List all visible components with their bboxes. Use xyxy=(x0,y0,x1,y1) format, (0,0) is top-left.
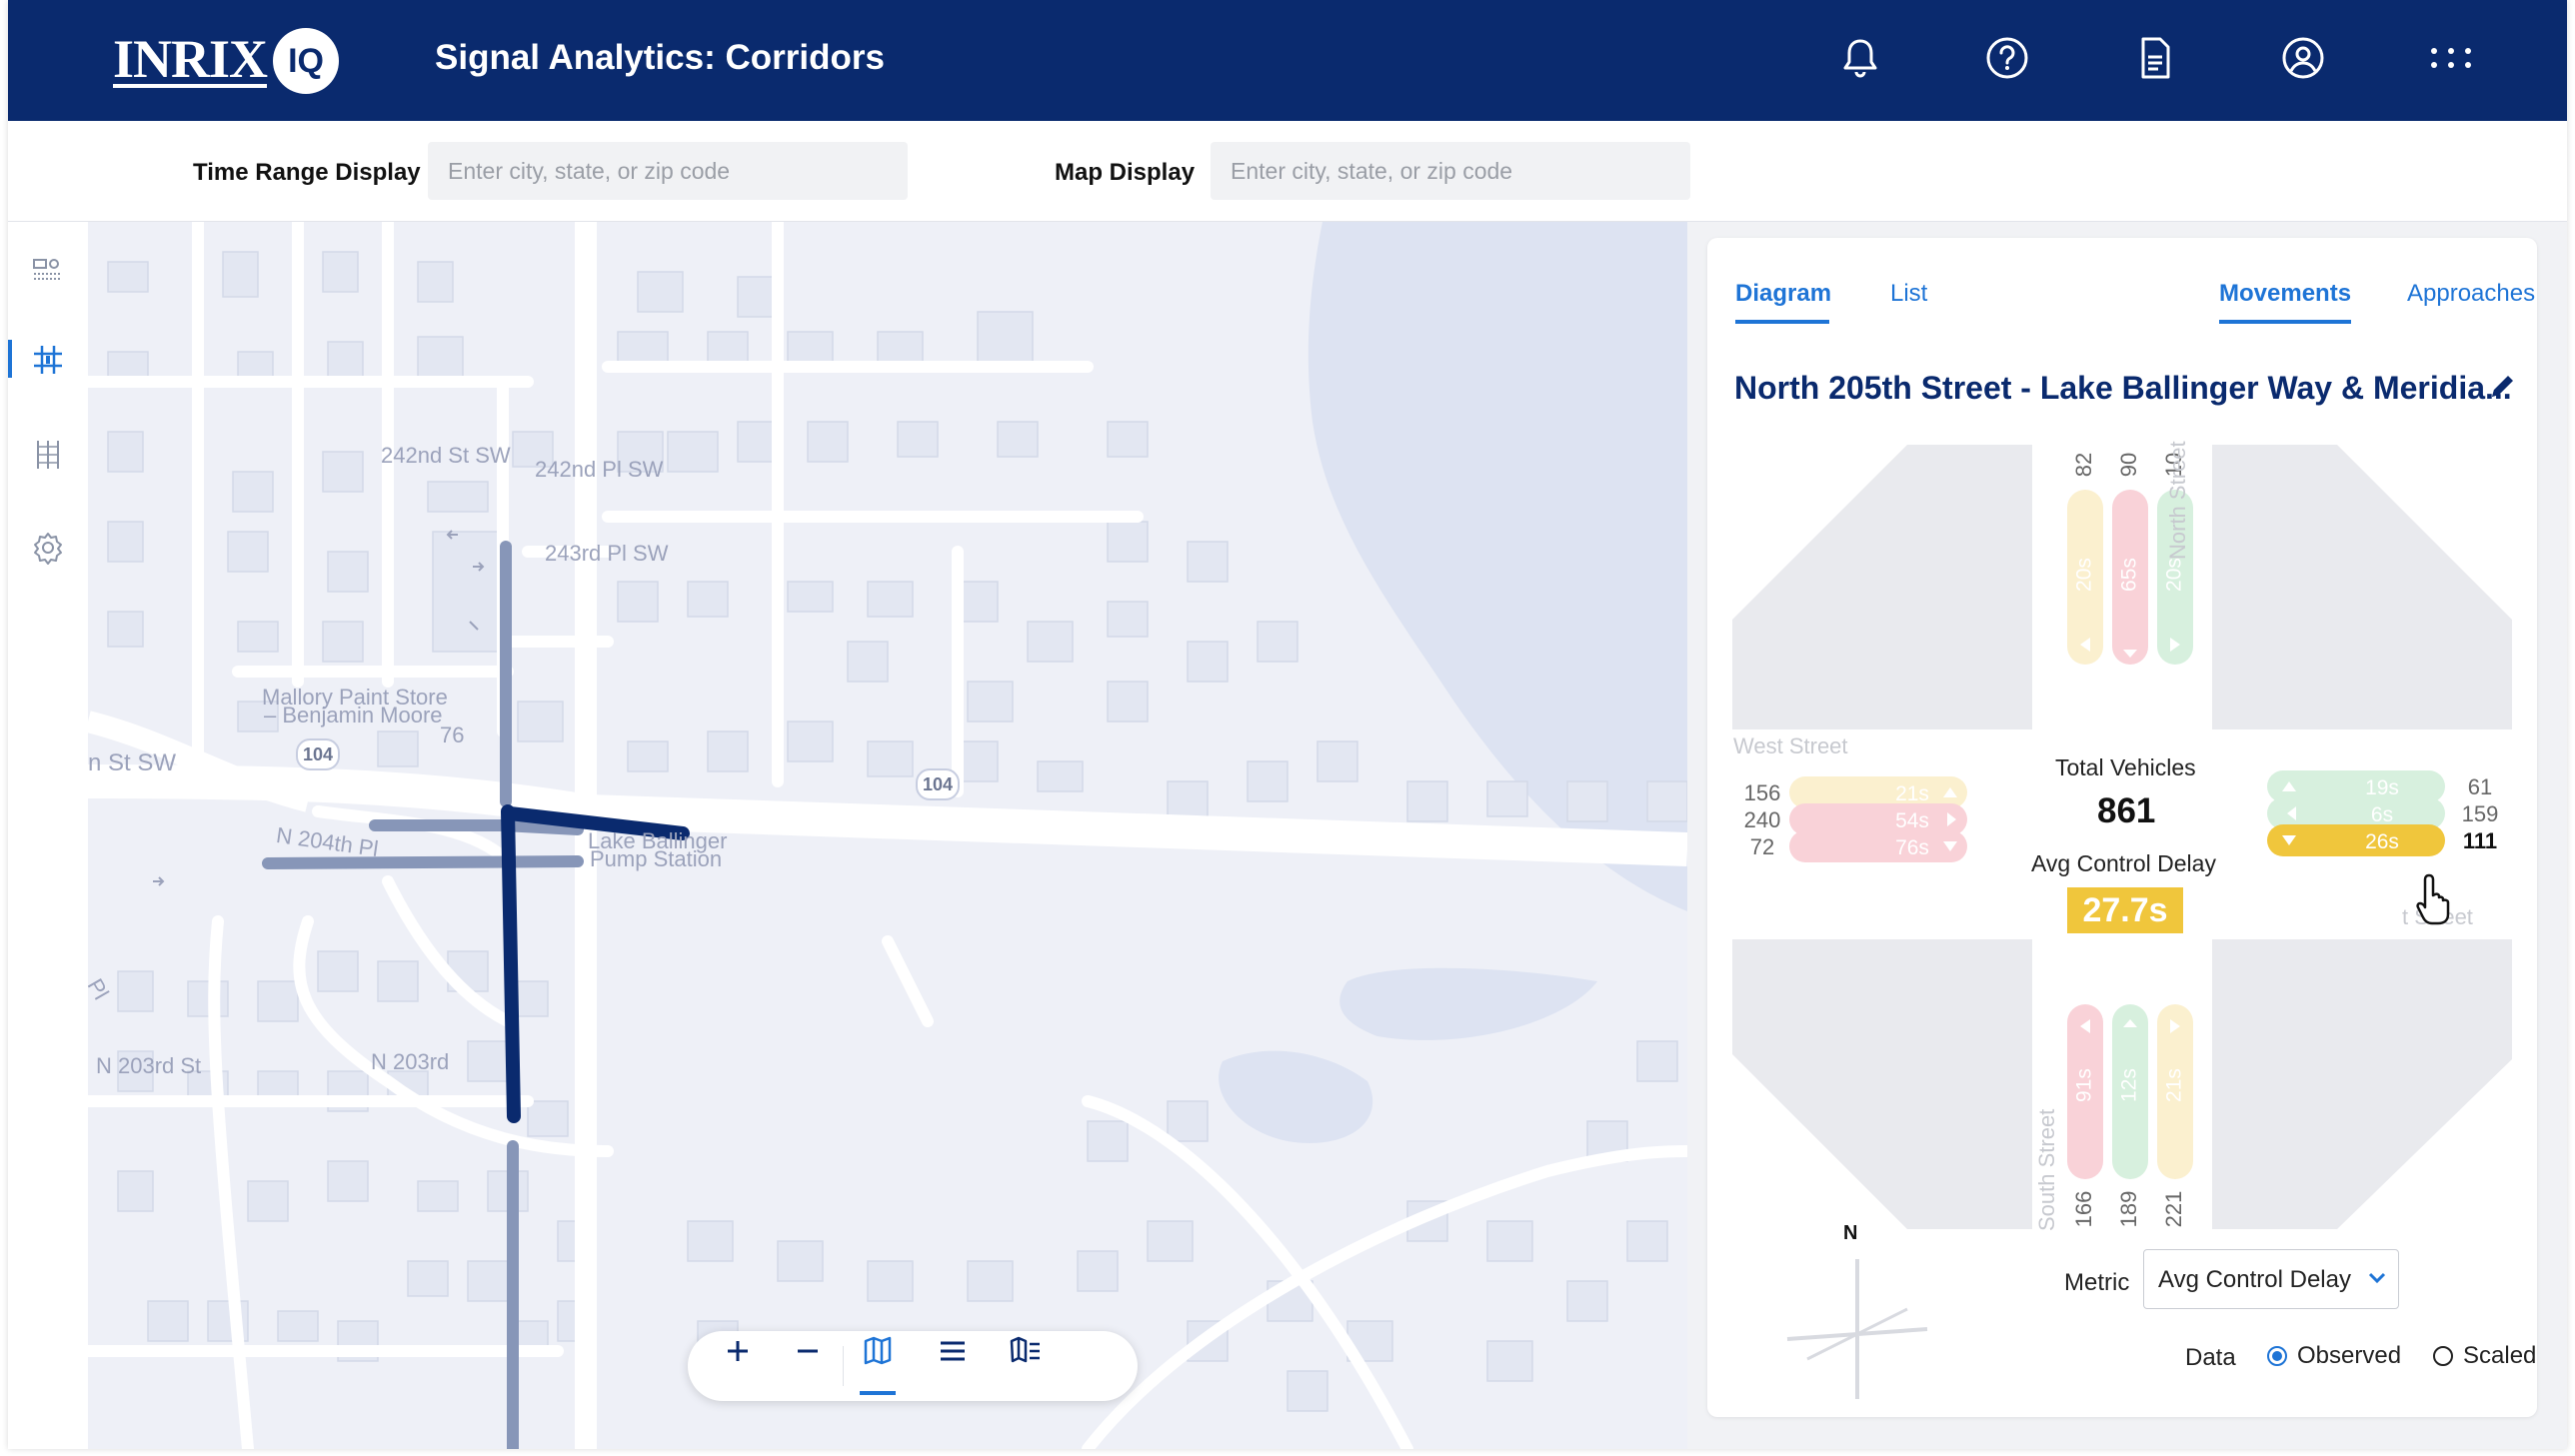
scaled-radio[interactable] xyxy=(2433,1346,2453,1366)
street-label-west: n St SW xyxy=(88,749,177,776)
map-view[interactable]: 242nd St SW 242nd Pl SW 243rd Pl SW n St… xyxy=(88,222,1687,1449)
filter-bar: Time Range Display Enter city, state, or… xyxy=(8,121,2567,222)
north-lane-delay-0: 20s xyxy=(2073,558,2096,592)
west-lane-count-1: 240 xyxy=(1744,807,1781,832)
poi-pump-station-line2: Pump Station xyxy=(590,846,723,871)
south-lane-delay-2: 21s xyxy=(2163,1068,2186,1102)
east-lane-delay-2: 26s xyxy=(2365,830,2399,853)
logo-badge: IQ xyxy=(273,28,340,94)
map-display-label: Map Display xyxy=(1055,159,1196,186)
top-header: INRIX IQ Signal Analytics: Corridors xyxy=(8,0,2567,121)
compass-north-label: N xyxy=(1843,1222,1858,1244)
south-lane-delay-1: 12s xyxy=(2118,1068,2141,1102)
signal-list-icon[interactable] xyxy=(30,252,66,288)
east-lane-delay-1: 6s xyxy=(2371,803,2393,826)
total-vehicles-value: 861 xyxy=(2097,791,2156,830)
corner-block-ne xyxy=(2212,445,2512,729)
street-label-n203rd-b: N 203rd xyxy=(371,1049,450,1074)
help-icon[interactable] xyxy=(1982,33,2032,83)
metric-label: Metric xyxy=(2064,1269,2130,1296)
west-lane-delay-2: 76s xyxy=(1895,836,1929,859)
map-legend-icon[interactable] xyxy=(1006,1331,1046,1371)
west-lane-pill-2[interactable] xyxy=(1789,830,1967,862)
tab-list[interactable]: List xyxy=(1890,280,1927,308)
hand-cursor-icon xyxy=(2416,873,2450,925)
corner-block-nw xyxy=(1732,445,2032,729)
south-lane-count-2: 221 xyxy=(2161,1191,2186,1228)
south-lane-count-1: 189 xyxy=(2116,1191,2141,1228)
street-label-n203rd: N 203rd St xyxy=(96,1053,202,1078)
list-icon[interactable] xyxy=(933,1331,973,1371)
west-lane-count-0: 156 xyxy=(1744,780,1781,805)
scaled-label: Scaled xyxy=(2463,1342,2537,1369)
south-lane-count-0: 166 xyxy=(2071,1191,2096,1228)
apps-grid-icon[interactable] xyxy=(2426,33,2476,83)
tab-diagram-underline xyxy=(1735,320,1829,324)
inrix-logo[interactable]: INRIX IQ xyxy=(113,28,340,94)
observed-label: Observed xyxy=(2297,1342,2402,1369)
toolbar-divider xyxy=(843,1346,844,1386)
zoom-in-icon[interactable] xyxy=(718,1331,758,1371)
time-range-label: Time Range Display xyxy=(193,159,421,186)
metric-select-value: Avg Control Delay xyxy=(2158,1266,2351,1293)
north-lane-delay-1: 65s xyxy=(2118,558,2141,592)
app-window: INRIX IQ Signal Analytics: Corridors Tim… xyxy=(8,0,2567,1449)
street-label-north-street: North Street xyxy=(2165,441,2190,560)
route-shield-104-right: 104 xyxy=(916,768,960,800)
west-lane-delay-0: 21s xyxy=(1895,782,1929,805)
compass-icon xyxy=(1786,1259,1928,1399)
south-lane-delay-0: 91s xyxy=(2073,1068,2096,1102)
intersection-diagram: 20s8265s9020s1091s16612s18921s22121s1565… xyxy=(1732,445,2512,1229)
street-label-242nd-pl: 242nd Pl SW xyxy=(535,457,664,482)
intersection-title: North 205th Street - Lake Ballinger Way … xyxy=(1734,370,2512,406)
document-icon[interactable] xyxy=(2130,33,2180,83)
poi-paint-store-line2: – Benjamin Moore xyxy=(264,703,443,728)
timeline-icon[interactable] xyxy=(30,437,66,473)
poi-number-76: 76 xyxy=(440,723,465,747)
map-icon[interactable] xyxy=(858,1331,898,1371)
tab-movements-underline xyxy=(2219,320,2351,324)
total-vehicles-label: Total Vehicles xyxy=(2055,754,2196,780)
north-lane-delay-2: 20s xyxy=(2163,558,2186,592)
tab-movements[interactable]: Movements xyxy=(2219,280,2351,308)
street-label-west-street: West Street xyxy=(1733,733,1848,758)
app-title: Signal Analytics: Corridors xyxy=(435,38,885,77)
data-label: Data xyxy=(2185,1344,2236,1371)
tab-diagram[interactable]: Diagram xyxy=(1735,280,1831,308)
settings-icon[interactable] xyxy=(30,530,66,566)
street-label-243rd-pl: 243rd Pl SW xyxy=(545,541,669,566)
corridor-icon[interactable] xyxy=(30,342,66,378)
north-lane-count-1: 90 xyxy=(2116,453,2141,477)
zoom-out-icon[interactable] xyxy=(788,1331,828,1371)
map-toolbar xyxy=(688,1331,1138,1401)
time-range-input[interactable]: Enter city, state, or zip code xyxy=(428,142,908,200)
route-shield-104-left: 104 xyxy=(296,738,340,770)
east-lane-count-2: 111 xyxy=(2463,828,2497,853)
corner-block-sw xyxy=(1732,939,2032,1229)
avg-delay-badge: 27.7s xyxy=(2067,887,2183,933)
east-lane-pill-2[interactable] xyxy=(2267,824,2445,856)
edit-pencil-icon[interactable] xyxy=(2487,372,2517,402)
east-lane-count-1: 159 xyxy=(2462,801,2499,826)
east-lane-count-0: 61 xyxy=(2468,774,2492,799)
street-label-south-street: South Street xyxy=(2034,1108,2059,1231)
map-display-input[interactable]: Enter city, state, or zip code xyxy=(1211,142,1690,200)
metric-select[interactable]: Avg Control Delay xyxy=(2143,1249,2399,1309)
tab-approaches[interactable]: Approaches xyxy=(2407,280,2535,308)
rail-active-indicator xyxy=(8,340,12,378)
corner-block-se xyxy=(2212,939,2512,1229)
west-lane-count-2: 72 xyxy=(1750,834,1774,859)
west-lane-delay-1: 54s xyxy=(1895,809,1929,832)
map-view-active-indicator xyxy=(860,1391,896,1395)
street-label-242nd-st: 242nd St SW xyxy=(381,443,511,468)
left-rail xyxy=(8,222,89,1449)
user-icon[interactable] xyxy=(2278,33,2328,83)
logo-text: INRIX xyxy=(113,29,268,89)
north-lane-count-0: 82 xyxy=(2071,453,2096,477)
east-lane-delay-0: 19s xyxy=(2365,776,2399,799)
bell-icon[interactable] xyxy=(1835,33,1885,83)
observed-radio[interactable] xyxy=(2267,1346,2287,1366)
chevron-down-icon xyxy=(2368,1272,2386,1284)
avg-delay-label: Avg Control Delay xyxy=(2031,850,2216,876)
